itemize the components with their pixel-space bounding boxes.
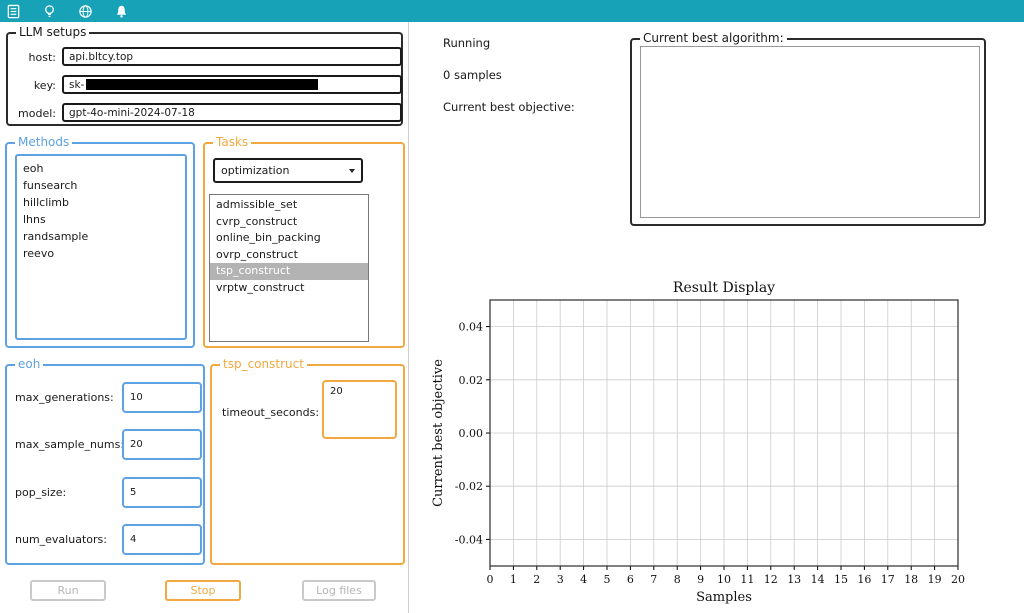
host-value: api.bltcy.top — [69, 50, 134, 63]
task-params-title: tsp_construct — [220, 357, 307, 371]
llm-setups-groupbox: LLM setups host: api.bltcy.top key: sk- … — [6, 25, 403, 126]
svg-text:10: 10 — [717, 573, 731, 586]
methods-listbox[interactable]: eoh funsearch hillclimb lhns randsample … — [15, 154, 187, 340]
svg-text:-0.02: -0.02 — [455, 480, 483, 493]
svg-text:11: 11 — [740, 573, 754, 586]
eoh-params-groupbox: eoh max_generations: 10 max_sample_nums:… — [5, 357, 205, 565]
methods-groupbox: Methods eoh funsearch hillclimb lhns ran… — [5, 135, 195, 348]
key-label: key: — [33, 79, 56, 92]
tasks-listbox[interactable]: admissible_set cvrp_construct online_bin… — [209, 194, 369, 342]
svg-text:2: 2 — [533, 573, 540, 586]
svg-text:17: 17 — [881, 573, 895, 586]
svg-text:3: 3 — [557, 573, 564, 586]
panel-divider — [408, 22, 409, 613]
tasks-groupbox: Tasks optimization admissible_set cvrp_c… — [203, 135, 405, 348]
svg-text:20: 20 — [951, 573, 965, 586]
best-algorithm-title: Current best algorithm: — [640, 31, 787, 45]
max-generations-input[interactable]: 10 — [122, 382, 202, 413]
method-item-randsample[interactable]: randsample — [17, 228, 185, 245]
svg-text:0.04: 0.04 — [459, 321, 484, 334]
log-files-button[interactable]: Log files — [302, 580, 376, 601]
svg-text:12: 12 — [764, 573, 778, 586]
key-value: sk- — [69, 78, 85, 91]
eoh-params-title: eoh — [15, 357, 44, 371]
document-icon[interactable] — [6, 4, 21, 19]
task-item-admissible-set[interactable]: admissible_set — [210, 197, 368, 214]
svg-text:1: 1 — [510, 573, 517, 586]
tasks-title: Tasks — [213, 135, 252, 149]
svg-text:16: 16 — [857, 573, 871, 586]
chevron-down-icon — [349, 168, 355, 173]
model-input[interactable]: gpt-4o-mini-2024-07-18 — [62, 103, 402, 122]
pop-size-value: 5 — [130, 487, 137, 498]
run-button[interactable]: Run — [30, 580, 106, 601]
num-evaluators-label: num_evaluators: — [15, 533, 107, 546]
svg-text:0.00: 0.00 — [459, 427, 484, 440]
samples-count-text: 0 samples — [443, 68, 502, 82]
stop-button[interactable]: Stop — [165, 580, 241, 601]
task-params-groupbox: tsp_construct timeout_seconds: 20 — [210, 357, 405, 565]
best-objective-label: Current best objective: — [443, 100, 575, 114]
task-item-cvrp-construct[interactable]: cvrp_construct — [210, 214, 368, 231]
model-value: gpt-4o-mini-2024-07-18 — [69, 106, 195, 119]
max-generations-value: 10 — [130, 392, 143, 403]
num-evaluators-value: 4 — [130, 534, 137, 545]
best-algorithm-groupbox: Current best algorithm: — [630, 31, 986, 226]
svg-text:19: 19 — [928, 573, 942, 586]
svg-text:9: 9 — [697, 573, 704, 586]
task-item-tsp-construct[interactable]: tsp_construct — [210, 263, 368, 280]
pop-size-input[interactable]: 5 — [122, 477, 202, 508]
method-item-hillclimb[interactable]: hillclimb — [17, 194, 185, 211]
max-sample-nums-value: 20 — [130, 439, 143, 450]
svg-text:5: 5 — [604, 573, 611, 586]
globe-icon[interactable] — [78, 4, 93, 19]
chart-canvas: 0 1 2 3 4 5 6 7 8 9 10 11 12 13 14 15 16 17 18 19 20-0.04-0.… — [431, 280, 965, 605]
methods-title: Methods — [15, 135, 73, 149]
svg-text:6: 6 — [627, 573, 634, 586]
svg-text:-0.04: -0.04 — [455, 533, 483, 546]
host-input[interactable]: api.bltcy.top — [62, 47, 402, 66]
redacted-key-bar — [86, 79, 319, 90]
svg-text:15: 15 — [834, 573, 848, 586]
method-item-lhns[interactable]: lhns — [17, 211, 185, 228]
svg-text:0.02: 0.02 — [459, 374, 484, 387]
model-label: model: — [18, 107, 56, 120]
max-generations-label: max_generations: — [15, 391, 114, 404]
method-item-reevo[interactable]: reevo — [17, 245, 185, 262]
best-algorithm-textarea[interactable] — [640, 46, 980, 218]
svg-text:Result Display: Result Display — [673, 280, 775, 296]
timeout-seconds-input[interactable]: 20 — [322, 380, 397, 439]
timeout-seconds-value: 20 — [330, 386, 343, 397]
svg-text:0: 0 — [487, 573, 494, 586]
task-item-online-bin-packing[interactable]: online_bin_packing — [210, 230, 368, 247]
method-item-funsearch[interactable]: funsearch — [17, 177, 185, 194]
svg-text:Samples: Samples — [696, 590, 752, 605]
timeout-seconds-label: timeout_seconds: — [222, 406, 320, 419]
lightbulb-icon[interactable] — [42, 4, 57, 19]
bell-icon[interactable] — [114, 4, 129, 19]
task-category-dropdown[interactable]: optimization — [213, 158, 363, 183]
llm-setups-title: LLM setups — [16, 25, 90, 39]
max-sample-nums-label: max_sample_nums: — [15, 438, 125, 451]
max-sample-nums-input[interactable]: 20 — [122, 429, 202, 460]
task-item-ovrp-construct[interactable]: ovrp_construct — [210, 247, 368, 264]
top-toolbar — [0, 0, 1024, 22]
svg-text:4: 4 — [580, 573, 587, 586]
svg-text:18: 18 — [904, 573, 918, 586]
num-evaluators-input[interactable]: 4 — [122, 524, 202, 555]
run-state-text: Running — [443, 36, 491, 50]
host-label: host: — [28, 51, 56, 64]
api-key-input[interactable]: sk- — [62, 75, 402, 94]
result-display-chart: 0 1 2 3 4 5 6 7 8 9 10 11 12 13 14 15 16 17 18 19 20 -0.04 -0.… — [428, 278, 988, 608]
task-item-vrptw-construct[interactable]: vrptw_construct — [210, 280, 368, 297]
svg-text:13: 13 — [787, 573, 801, 586]
svg-text:8: 8 — [674, 573, 681, 586]
pop-size-label: pop_size: — [15, 486, 67, 499]
method-item-eoh[interactable]: eoh — [17, 160, 185, 177]
svg-text:Current best objective: Current best objective — [431, 359, 446, 507]
svg-text:14: 14 — [811, 573, 825, 586]
task-category-value: optimization — [221, 164, 290, 177]
svg-text:7: 7 — [650, 573, 657, 586]
